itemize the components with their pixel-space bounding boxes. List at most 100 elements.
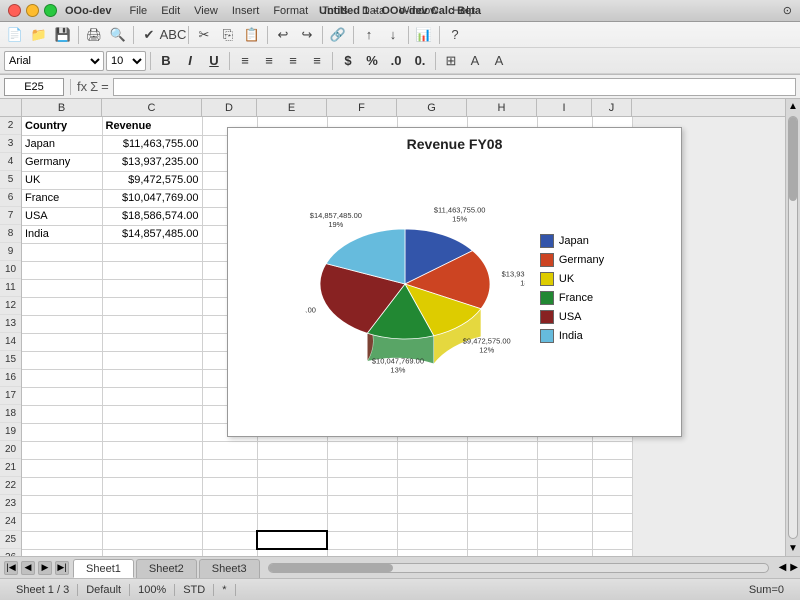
tab-scroll-first[interactable]: |◀ — [4, 561, 18, 575]
col-header-C[interactable]: C — [102, 99, 202, 117]
row-num-9[interactable]: 9 — [0, 243, 21, 261]
cell-B18[interactable] — [22, 405, 102, 423]
copy-icon[interactable]: ⎘ — [217, 24, 239, 46]
formula-function-icon[interactable]: fx Σ = — [77, 79, 109, 94]
row-num-4[interactable]: 4 — [0, 153, 21, 171]
sort-desc-icon[interactable]: ↓ — [382, 24, 404, 46]
cell-C5[interactable]: $9,472,575.00 — [102, 171, 202, 189]
cell-C10[interactable] — [102, 261, 202, 279]
spellcheck-icon[interactable]: ✔ — [138, 24, 160, 46]
cell-C14[interactable] — [102, 333, 202, 351]
border-button[interactable]: ⊞ — [440, 50, 462, 72]
justify-button[interactable]: ≡ — [306, 50, 328, 72]
cell-C21[interactable] — [102, 459, 202, 477]
cell-B19[interactable] — [22, 423, 102, 441]
cell-D20[interactable] — [202, 441, 257, 459]
row-num-5[interactable]: 5 — [0, 171, 21, 189]
menu-item-view[interactable]: View — [188, 4, 224, 18]
cell-H22[interactable] — [467, 477, 537, 495]
menu-item-format[interactable]: Format — [267, 4, 314, 18]
cell-H24[interactable] — [467, 513, 537, 531]
cell-F26[interactable] — [327, 549, 397, 556]
currency-button[interactable]: $ — [337, 50, 359, 72]
cell-F24[interactable] — [327, 513, 397, 531]
cell-C19[interactable] — [102, 423, 202, 441]
cell-I20[interactable] — [537, 441, 592, 459]
font-size-select[interactable]: 10 — [106, 51, 146, 71]
cell-I25[interactable] — [537, 531, 592, 549]
cell-B24[interactable] — [22, 513, 102, 531]
cell-C3[interactable]: $11,463,755.00 — [102, 135, 202, 153]
col-header-I[interactable]: I — [537, 99, 592, 117]
cell-B14[interactable] — [22, 333, 102, 351]
row-num-2[interactable]: 2 — [0, 117, 21, 135]
row-num-6[interactable]: 6 — [0, 189, 21, 207]
cell-B16[interactable] — [22, 369, 102, 387]
cell-C11[interactable] — [102, 279, 202, 297]
print-preview-icon[interactable]: 🔍 — [107, 24, 129, 46]
col-header-B[interactable]: B — [22, 99, 102, 117]
cell-B26[interactable] — [22, 549, 102, 556]
cut-icon[interactable]: ✂ — [193, 24, 215, 46]
sheet-tab-sheet1[interactable]: Sheet1 — [73, 559, 134, 578]
cell-B21[interactable] — [22, 459, 102, 477]
cell-C7[interactable]: $18,586,574.00 — [102, 207, 202, 225]
cell-E26[interactable] — [257, 549, 327, 556]
open-icon[interactable]: 📁 — [28, 24, 50, 46]
font-select[interactable]: Arial — [4, 51, 104, 71]
cell-C25[interactable] — [102, 531, 202, 549]
row-num-18[interactable]: 18 — [0, 405, 21, 423]
italic-button[interactable]: I — [179, 50, 201, 72]
menu-item-edit[interactable]: Edit — [155, 4, 186, 18]
row-num-26[interactable]: 26 — [0, 549, 21, 556]
col-header-J[interactable]: J — [592, 99, 632, 117]
cell-B13[interactable] — [22, 315, 102, 333]
cell-J26[interactable] — [592, 549, 632, 556]
bold-button[interactable]: B — [155, 50, 177, 72]
row-num-8[interactable]: 8 — [0, 225, 21, 243]
cell-D24[interactable] — [202, 513, 257, 531]
col-header-D[interactable]: D — [202, 99, 257, 117]
chart-icon[interactable]: 📊 — [413, 24, 435, 46]
maximize-button[interactable] — [44, 4, 57, 17]
cell-B2[interactable]: Country — [22, 117, 102, 135]
cell-J20[interactable] — [592, 441, 632, 459]
cell-H20[interactable] — [467, 441, 537, 459]
row-num-3[interactable]: 3 — [0, 135, 21, 153]
cell-F23[interactable] — [327, 495, 397, 513]
cell-J24[interactable] — [592, 513, 632, 531]
cell-C16[interactable] — [102, 369, 202, 387]
cell-C2[interactable]: Revenue — [102, 117, 202, 135]
cell-B11[interactable] — [22, 279, 102, 297]
cell-J23[interactable] — [592, 495, 632, 513]
row-num-11[interactable]: 11 — [0, 279, 21, 297]
cell-H26[interactable] — [467, 549, 537, 556]
cell-B25[interactable] — [22, 531, 102, 549]
cell-E21[interactable] — [257, 459, 327, 477]
cell-D25[interactable] — [202, 531, 257, 549]
cell-G23[interactable] — [397, 495, 467, 513]
cell-H21[interactable] — [467, 459, 537, 477]
cell-E24[interactable] — [257, 513, 327, 531]
row-num-19[interactable]: 19 — [0, 423, 21, 441]
row-num-23[interactable]: 23 — [0, 495, 21, 513]
cell-J25[interactable] — [592, 531, 632, 549]
percent-button[interactable]: % — [361, 50, 383, 72]
menu-item-file[interactable]: File — [123, 4, 153, 18]
cell-E20[interactable] — [257, 441, 327, 459]
cell-G21[interactable] — [397, 459, 467, 477]
tab-scroll-prev[interactable]: ◀ — [21, 561, 35, 575]
cell-B10[interactable] — [22, 261, 102, 279]
cell-B8[interactable]: India — [22, 225, 102, 243]
autocorrect-icon[interactable]: ABC — [162, 24, 184, 46]
cell-G20[interactable] — [397, 441, 467, 459]
cell-I26[interactable] — [537, 549, 592, 556]
cell-D22[interactable] — [202, 477, 257, 495]
cell-C23[interactable] — [102, 495, 202, 513]
grid-area[interactable]: CountryRevenueJapan$11,463,755.00Germany… — [22, 117, 785, 556]
cell-C18[interactable] — [102, 405, 202, 423]
cell-D23[interactable] — [202, 495, 257, 513]
sort-asc-icon[interactable]: ↑ — [358, 24, 380, 46]
undo-icon[interactable]: ↩ — [272, 24, 294, 46]
align-center-button[interactable]: ≡ — [258, 50, 280, 72]
